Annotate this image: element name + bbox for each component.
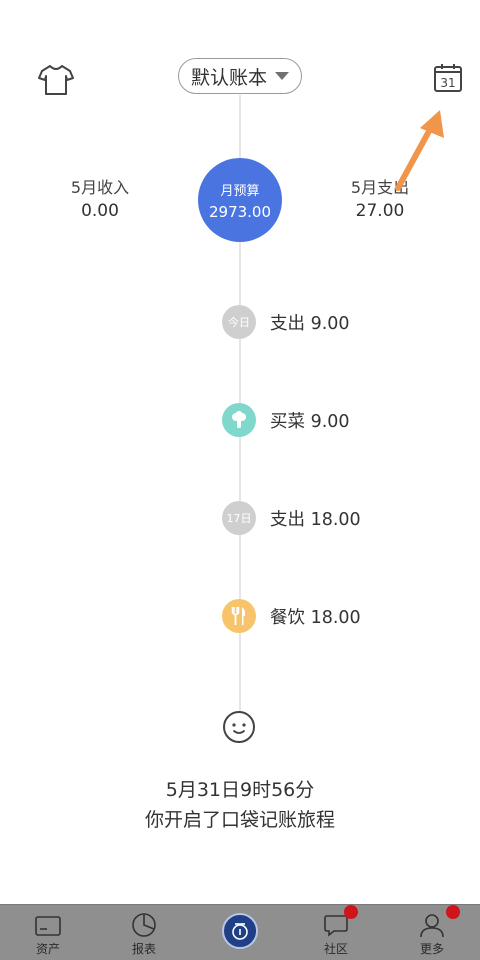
income-value: 0.00 bbox=[81, 201, 119, 221]
tab-label: 社区 bbox=[323, 942, 348, 956]
add-record-icon bbox=[222, 913, 258, 949]
calendar-day: 31 bbox=[440, 76, 455, 90]
budget-circle[interactable]: 月预算 2973.00 bbox=[198, 158, 282, 242]
journey-text: 你开启了口袋记账旅程 bbox=[144, 809, 335, 831]
timeline-entry[interactable]: 餐饮 18.00 bbox=[222, 598, 361, 634]
entry-text: 餐饮 18.00 bbox=[270, 607, 361, 628]
notification-badge bbox=[344, 905, 358, 919]
timeline-entry[interactable]: 17日 支出 18.00 bbox=[222, 500, 361, 536]
chevron-down-icon bbox=[275, 72, 289, 80]
category-marker bbox=[222, 599, 256, 633]
budget-label: 月预算 bbox=[220, 183, 260, 199]
budget-value: 2973.00 bbox=[208, 202, 272, 221]
income-label: 5月收入 bbox=[70, 178, 130, 197]
journey-message: 5月31日9时56分 你开启了口袋记账旅程 bbox=[0, 775, 480, 835]
annotation-arrow bbox=[395, 110, 444, 191]
expense-value: 27.00 bbox=[355, 201, 405, 221]
user-icon bbox=[420, 914, 444, 938]
date-marker: 今日 bbox=[222, 305, 256, 339]
book-selector[interactable]: 默认账本 bbox=[178, 58, 302, 94]
calendar-button[interactable]: 31 bbox=[428, 58, 468, 98]
card-icon bbox=[35, 916, 61, 936]
category-marker bbox=[222, 403, 256, 437]
tab-label: 资产 bbox=[35, 942, 60, 956]
tab-assets[interactable]: 资产 bbox=[0, 905, 96, 960]
entry-text: 支出 9.00 bbox=[270, 313, 350, 334]
add-record-button[interactable] bbox=[192, 905, 288, 960]
calendar-icon: 31 bbox=[434, 64, 462, 92]
entry-text: 买菜 9.00 bbox=[270, 411, 350, 432]
date-marker: 17日 bbox=[222, 501, 256, 535]
tab-label: 更多 bbox=[419, 942, 444, 956]
smiley-icon bbox=[223, 711, 255, 743]
fork-knife-icon bbox=[231, 607, 246, 625]
notification-badge bbox=[446, 905, 460, 919]
tab-more[interactable]: 更多 bbox=[384, 905, 480, 960]
shirt-icon bbox=[38, 65, 74, 95]
entry-text: 支出 18.00 bbox=[270, 509, 361, 530]
tab-label: 报表 bbox=[131, 942, 156, 956]
timeline-entry[interactable]: 今日 支出 9.00 bbox=[222, 304, 350, 340]
tab-community[interactable]: 社区 bbox=[288, 905, 384, 960]
income-summary[interactable]: 5月收入 0.00 bbox=[40, 174, 160, 221]
bottom-tab-bar: 资产 报表 社区 更多 bbox=[0, 904, 480, 960]
skin-button[interactable] bbox=[36, 62, 76, 98]
book-name: 默认账本 bbox=[190, 66, 267, 89]
timeline-entry[interactable]: 买菜 9.00 bbox=[222, 402, 350, 438]
journey-date: 5月31日9时56分 bbox=[165, 779, 315, 801]
broccoli-icon bbox=[232, 411, 246, 428]
pie-chart-icon bbox=[132, 913, 156, 937]
tab-reports[interactable]: 报表 bbox=[96, 905, 192, 960]
